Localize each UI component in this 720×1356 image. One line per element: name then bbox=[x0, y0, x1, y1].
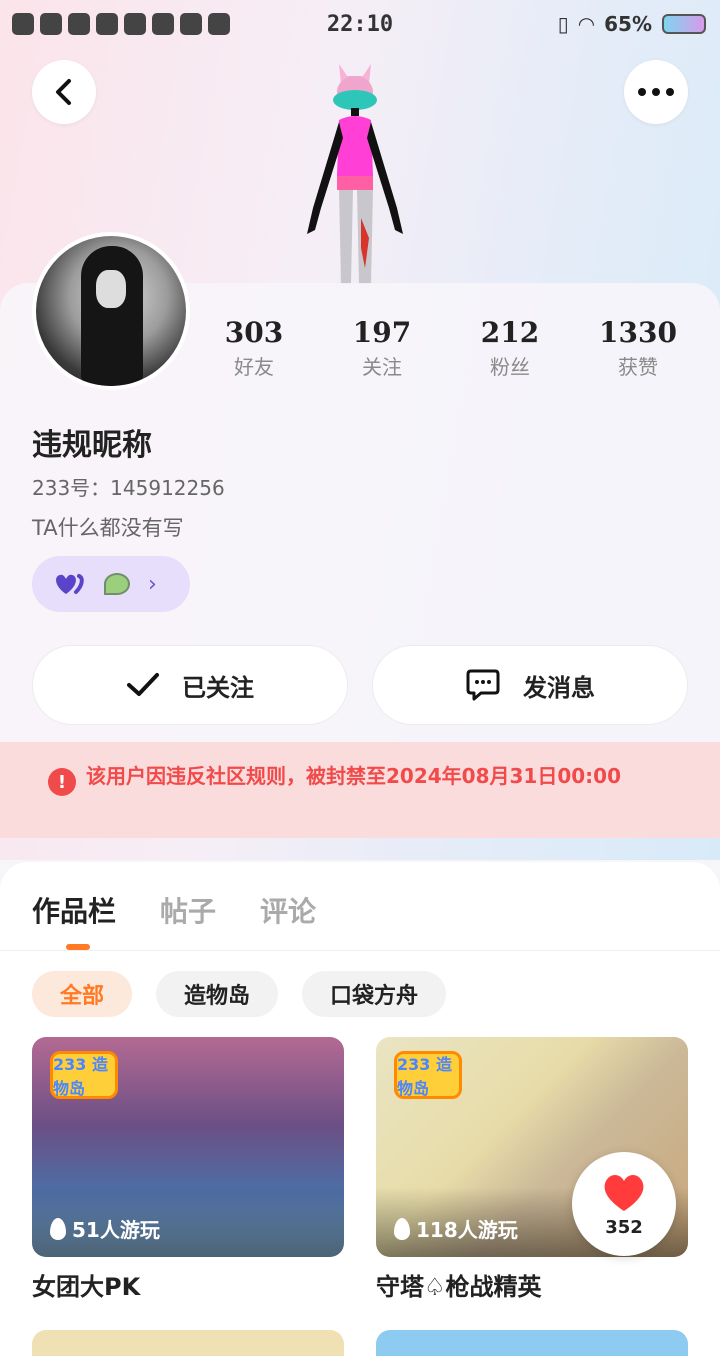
book-icon bbox=[152, 13, 174, 35]
divider bbox=[0, 950, 720, 951]
bio: TA什么都没有写 bbox=[32, 516, 184, 540]
back-button[interactable] bbox=[32, 60, 96, 124]
followed-label: 已关注 bbox=[182, 673, 254, 702]
heart-badge-icon bbox=[56, 574, 84, 594]
ban-notice-banner: ! 该用户因违反社区规则，被封禁至2024年08月31日00:00 bbox=[0, 742, 720, 838]
stat-label: 获赞 bbox=[618, 355, 658, 379]
message-icon bbox=[180, 13, 202, 35]
battery-percent: 65% bbox=[604, 12, 652, 36]
avatar[interactable] bbox=[32, 232, 190, 390]
leaf-badge-icon bbox=[104, 573, 130, 595]
stat-value: 212 bbox=[480, 316, 540, 349]
flame-icon bbox=[50, 1217, 66, 1240]
profile-stats: 303 好友 197 关注 212 粉丝 1330 获赞 bbox=[190, 316, 720, 380]
stat-label: 关注 bbox=[362, 355, 402, 379]
filter-pocket-ark[interactable]: 口袋方舟 bbox=[302, 971, 447, 1017]
badge-bar[interactable]: › bbox=[32, 556, 190, 612]
play-count: 51人游玩 bbox=[50, 1214, 160, 1243]
profile-tabs: 作品栏 帖子 评论 bbox=[32, 890, 316, 930]
work-thumbnail: 233 造物岛 51人游玩 bbox=[32, 1037, 344, 1257]
play-count-label: 118人游玩 bbox=[416, 1218, 518, 1242]
tab-works[interactable]: 作品栏 bbox=[32, 890, 116, 930]
like-count: 352 bbox=[605, 1216, 643, 1238]
3d-avatar-figure bbox=[307, 64, 403, 284]
chat-bubble-icon bbox=[466, 669, 500, 701]
stat-value: 303 bbox=[224, 316, 284, 349]
work-card-peek[interactable] bbox=[376, 1330, 688, 1356]
app-logo: 233 造物岛 bbox=[50, 1051, 118, 1099]
play-icon bbox=[208, 13, 230, 35]
filter-creation-island[interactable]: 造物岛 bbox=[156, 971, 279, 1017]
ban-notice-text: 该用户因违反社区规则，被封禁至2024年08月31日00:00 bbox=[86, 764, 621, 788]
followed-button[interactable]: 已关注 bbox=[32, 645, 348, 725]
avatar-photo bbox=[36, 236, 186, 386]
user-id[interactable]: 233号：145912256 bbox=[32, 472, 225, 501]
work-card[interactable]: 233 造物岛 51人游玩 女团大PK bbox=[32, 1037, 344, 1302]
chevron-right-icon: › bbox=[148, 571, 157, 597]
clock: 22:10 bbox=[326, 11, 394, 37]
wifi-icon: ◠ bbox=[578, 12, 595, 36]
work-title: 女团大PK bbox=[32, 1273, 141, 1301]
stat-friends[interactable]: 303 好友 bbox=[190, 316, 318, 380]
play-count-label: 51人游玩 bbox=[72, 1218, 160, 1242]
message-label: 发消息 bbox=[523, 673, 595, 702]
work-card-peek[interactable] bbox=[32, 1330, 344, 1356]
notification-icon bbox=[12, 13, 34, 35]
app-icon bbox=[124, 13, 146, 35]
nickname: 违规昵称 bbox=[32, 428, 152, 463]
more-icon bbox=[638, 88, 674, 96]
check-icon bbox=[127, 673, 159, 696]
app-logo: 233 造物岛 bbox=[394, 1051, 462, 1099]
filter-chips: 全部 造物岛 口袋方舟 bbox=[32, 971, 447, 1017]
more-button[interactable] bbox=[624, 60, 688, 124]
vibrate-icon: ▯ bbox=[557, 12, 569, 36]
works-section: 作品栏 帖子 评论 全部 造物岛 口袋方舟 233 造物岛 51人游玩 女团大P… bbox=[0, 862, 720, 1356]
send-message-button[interactable]: 发消息 bbox=[372, 645, 688, 725]
status-icons bbox=[12, 13, 230, 35]
stat-likes[interactable]: 1330 获赞 bbox=[574, 316, 702, 380]
stat-value: 197 bbox=[352, 316, 412, 349]
battery-icon bbox=[662, 14, 706, 34]
stat-label: 粉丝 bbox=[490, 355, 530, 379]
alert-icon: ! bbox=[48, 768, 76, 796]
like-button[interactable]: 352 bbox=[572, 1152, 676, 1256]
play-count: 118人游玩 bbox=[394, 1214, 518, 1243]
status-bar: 22:10 ▯ ◠ 65% bbox=[0, 0, 720, 48]
stat-following[interactable]: 197 关注 bbox=[318, 316, 446, 380]
stat-value: 1330 bbox=[599, 316, 677, 349]
status-right: ▯ ◠ 65% bbox=[558, 12, 706, 36]
fan-icon bbox=[96, 13, 118, 35]
notification-icon bbox=[40, 13, 62, 35]
filter-all[interactable]: 全部 bbox=[32, 971, 133, 1017]
flame-icon bbox=[394, 1217, 410, 1240]
stat-label: 好友 bbox=[234, 355, 274, 379]
heart-icon bbox=[604, 1174, 644, 1211]
tab-comments[interactable]: 评论 bbox=[260, 890, 316, 930]
work-title: 守塔♤枪战精英 bbox=[376, 1273, 542, 1301]
stat-followers[interactable]: 212 粉丝 bbox=[446, 316, 574, 380]
chevron-left-icon bbox=[56, 79, 71, 105]
tab-posts[interactable]: 帖子 bbox=[160, 890, 216, 930]
shield-icon bbox=[68, 13, 90, 35]
